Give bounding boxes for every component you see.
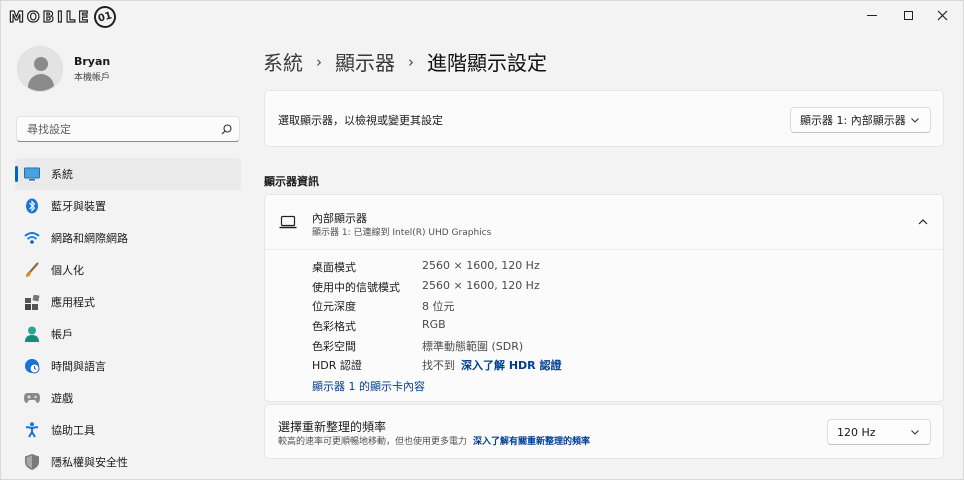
shield-icon — [24, 454, 40, 470]
spec-row: 色彩空間 標準動態範圍 (SDR) — [312, 338, 523, 354]
spec-value: 2560 × 1600, 120 Hz — [422, 279, 540, 292]
sidebar-item-label: 時間與語言 — [51, 360, 106, 373]
dropdown-value: 120 Hz — [837, 425, 876, 439]
display-info-card: 內部顯示器 顯示器 1: 已連線到 Intel(R) UHD Graphics … — [264, 194, 944, 402]
watermark-logo: MOBILE 01 — [8, 3, 118, 31]
spec-value: 標準動態範圍 (SDR) — [422, 340, 524, 353]
dropdown-value: 顯示器 1: 內部顯示器 — [800, 114, 906, 127]
sidebar-item-label: 隱私權與安全性 — [51, 456, 128, 469]
sidebar-item-accessibility[interactable]: 協助工具 — [15, 414, 241, 446]
sidebar-item-personalization[interactable]: 個人化 — [15, 254, 241, 286]
close-icon — [937, 10, 947, 20]
sidebar-item-apps[interactable]: 應用程式 — [15, 286, 241, 318]
title-bar: MOBILE 01 — [1, 1, 963, 31]
breadcrumb: 系統 › 顯示器 › 進階顯示設定 — [263, 47, 547, 76]
watermark-text: MOBILE — [8, 7, 92, 26]
spec-row: 位元深度 8 位元 — [312, 298, 455, 314]
minimize-icon — [867, 14, 877, 16]
sidebar-item-label: 系統 — [51, 168, 73, 181]
spec-value: 2560 × 1600, 120 Hz — [422, 259, 540, 272]
refresh-rate-subtitle: 較高的速率可更順暢地移動，但也使用更多電力 — [278, 437, 468, 447]
refresh-rate-learn-more-link[interactable]: 深入了解有關重新整理的頻率 — [473, 434, 590, 447]
breadcrumb-system-link[interactable]: 系統 — [263, 47, 303, 76]
spec-row: 桌面模式 2560 × 1600, 120 Hz — [312, 259, 540, 275]
adapter-properties-link[interactable]: 顯示器 1 的顯示卡內容 — [312, 378, 425, 394]
close-button[interactable] — [919, 1, 964, 29]
sidebar-item-system[interactable]: 系統 — [15, 158, 241, 190]
search-icon[interactable] — [213, 117, 239, 141]
hdr-learn-more-link[interactable]: 深入了解 HDR 認證 — [461, 357, 561, 373]
settings-window: MOBILE 01 Bryan 本機帳戶 尋找設定 系統 藍牙與裝置 網路和網際… — [0, 0, 964, 480]
refresh-rate-card: 選擇重新整理的頻率 較高的速率可更順暢地移動，但也使用更多電力 深入了解有關重新… — [264, 404, 944, 459]
chevron-down-icon — [911, 430, 919, 435]
sidebar-item-gaming[interactable]: 遊戲 — [15, 382, 241, 414]
sidebar-item-privacy[interactable]: 隱私權與安全性 — [15, 446, 241, 478]
spec-row: HDR 認證 找不到 深入了解 HDR 認證 — [312, 357, 561, 373]
breadcrumb-display-link[interactable]: 顯示器 — [335, 47, 395, 76]
accessibility-icon — [24, 422, 40, 438]
chevron-up-icon[interactable] — [917, 217, 929, 227]
display-select-dropdown[interactable]: 顯示器 1: 內部顯示器 — [790, 107, 931, 133]
spec-row: 色彩格式 RGB — [312, 318, 446, 334]
sidebar-item-label: 個人化 — [51, 264, 84, 277]
watermark-badge: 01 — [91, 3, 118, 31]
sidebar-item-network[interactable]: 網路和網際網路 — [15, 222, 241, 254]
spec-value: RGB — [422, 318, 446, 331]
display-info-subtitle: 顯示器 1: 已連線到 Intel(R) UHD Graphics — [312, 228, 492, 238]
brush-icon — [24, 262, 40, 278]
refresh-rate-dropdown[interactable]: 120 Hz — [827, 419, 931, 445]
profile-name: Bryan — [74, 55, 111, 68]
bluetooth-icon — [24, 198, 40, 214]
chevron-right-icon: › — [316, 52, 322, 71]
sidebar-item-bluetooth[interactable]: 藍牙與裝置 — [15, 190, 241, 222]
spec-key: 色彩格式 — [312, 320, 356, 333]
search-placeholder: 尋找設定 — [27, 123, 71, 136]
gamepad-icon — [24, 390, 40, 406]
sidebar-item-label: 帳戶 — [51, 328, 73, 341]
display-icon — [24, 166, 40, 182]
profile-account-type: 本機帳戶 — [74, 73, 111, 83]
refresh-rate-title: 選擇重新整理的頻率 — [278, 420, 387, 434]
refresh-rate-description: 較高的速率可更順暢地移動，但也使用更多電力 深入了解有關重新整理的頻率 — [278, 434, 590, 447]
spec-key: 使用中的信號模式 — [312, 281, 400, 294]
wifi-icon — [24, 230, 40, 246]
select-display-card: 選取顯示器，以檢視或變更其設定 顯示器 1: 內部顯示器 — [264, 90, 944, 147]
spec-key: 桌面模式 — [312, 261, 356, 274]
sidebar-nav: 系統 藍牙與裝置 網路和網際網路 個人化 應用程式 帳戶 時間與語言 遊戲 協助… — [15, 158, 241, 478]
chevron-right-icon: › — [408, 52, 414, 71]
globe-clock-icon — [24, 358, 40, 374]
sidebar-item-time-language[interactable]: 時間與語言 — [15, 350, 241, 382]
maximize-icon — [903, 10, 913, 20]
avatar — [17, 46, 63, 92]
chevron-down-icon — [911, 118, 919, 123]
display-info-header[interactable]: 內部顯示器 顯示器 1: 已連線到 Intel(R) UHD Graphics — [265, 195, 943, 250]
page-title: 進階顯示設定 — [427, 51, 547, 75]
sidebar-item-label: 網路和網際網路 — [51, 232, 128, 245]
spec-value: 找不到 — [422, 359, 455, 372]
select-display-label: 選取顯示器，以檢視或變更其設定 — [278, 114, 443, 127]
sidebar-item-label: 應用程式 — [51, 296, 95, 309]
search-input[interactable]: 尋找設定 — [16, 116, 240, 142]
section-title: 顯示器資訊 — [264, 175, 319, 188]
laptop-icon — [279, 215, 297, 229]
spec-row: 使用中的信號模式 2560 × 1600, 120 Hz — [312, 279, 540, 295]
account-icon — [24, 326, 40, 342]
sidebar-item-label: 協助工具 — [51, 424, 95, 437]
spec-key: 色彩空間 — [312, 340, 356, 353]
sidebar-item-accounts[interactable]: 帳戶 — [15, 318, 241, 350]
sidebar-item-label: 遊戲 — [51, 392, 73, 405]
sidebar-item-label: 藍牙與裝置 — [51, 200, 106, 213]
spec-key: HDR 認證 — [312, 359, 362, 372]
apps-icon — [24, 294, 40, 310]
user-profile[interactable]: Bryan 本機帳戶 — [17, 46, 110, 92]
spec-key: 位元深度 — [312, 300, 356, 313]
display-info-title: 內部顯示器 — [312, 212, 367, 225]
spec-value: 8 位元 — [422, 300, 455, 313]
